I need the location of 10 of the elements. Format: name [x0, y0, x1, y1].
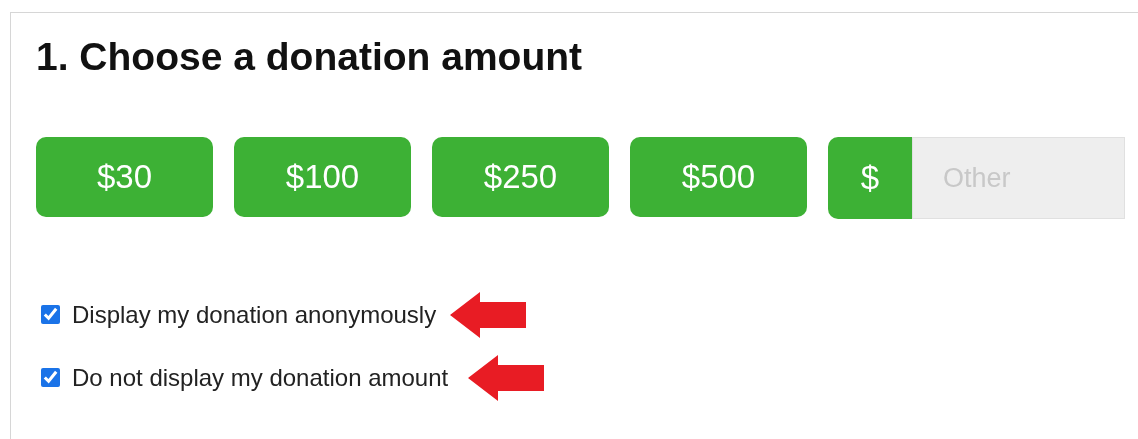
amount-button[interactable]: $250	[432, 137, 609, 217]
checkbox[interactable]	[41, 305, 60, 324]
checkbox[interactable]	[41, 368, 60, 387]
option-label: Do not display my donation amount	[72, 363, 449, 392]
currency-prefix: $	[828, 137, 912, 219]
amount-button[interactable]: $30	[36, 137, 213, 217]
section-heading: 1. Choose a donation amount	[36, 35, 584, 79]
option-label: Display my donation anonymously	[72, 300, 437, 329]
amount-button[interactable]: $100	[234, 137, 411, 217]
amount-button[interactable]: $500	[630, 137, 807, 217]
